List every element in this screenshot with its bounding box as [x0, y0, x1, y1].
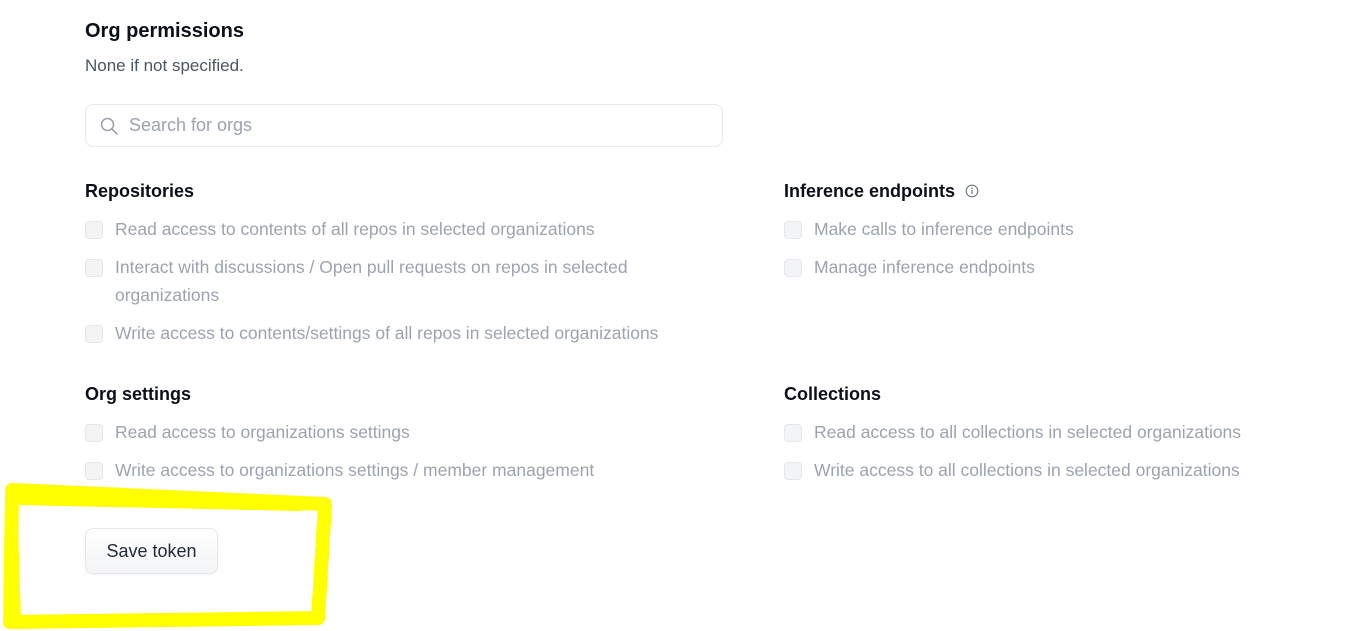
- inference-endpoints-title: Inference endpoints: [784, 180, 956, 201]
- org-settings-write-label: Write access to organizations settings /…: [115, 460, 595, 480]
- repo-write-checkbox[interactable]: [85, 325, 103, 343]
- repositories-title: Repositories: [85, 180, 195, 201]
- repo-discussions-checkbox[interactable]: [85, 259, 103, 277]
- org-search-box[interactable]: [85, 104, 723, 147]
- repo-read-checkbox[interactable]: [85, 221, 103, 239]
- org-settings-read-checkbox[interactable]: [85, 424, 103, 442]
- repo-discussions-label: Interact with discussions / Open pull re…: [115, 257, 628, 305]
- collections-title: Collections: [784, 383, 882, 404]
- org-settings-group: Org settings Read access to organization…: [85, 382, 725, 484]
- collections-read-label: Read access to all collections in select…: [814, 422, 1242, 442]
- inference-endpoints-group: Inference endpoints Make calls to infere…: [784, 179, 1304, 281]
- repo-write-label: Write access to contents/settings of all…: [115, 323, 659, 343]
- org-permissions-title: Org permissions: [85, 20, 244, 42]
- save-token-button[interactable]: Save token: [85, 528, 218, 574]
- search-icon: [99, 116, 119, 136]
- inference-calls-checkbox[interactable]: [784, 221, 802, 239]
- repo-read-option[interactable]: Read access to contents of all repos in …: [85, 215, 685, 243]
- repositories-group: Repositories Read access to contents of …: [85, 179, 685, 347]
- collections-read-checkbox[interactable]: [784, 424, 802, 442]
- collections-group: Collections Read access to all collectio…: [784, 382, 1324, 484]
- repo-read-label: Read access to contents of all repos in …: [115, 219, 595, 239]
- collections-write-checkbox[interactable]: [784, 462, 802, 480]
- collections-write-label: Write access to all collections in selec…: [814, 460, 1240, 480]
- inference-manage-option[interactable]: Manage inference endpoints: [784, 253, 1304, 281]
- repo-discussions-option[interactable]: Interact with discussions / Open pull re…: [85, 253, 685, 309]
- collections-write-option[interactable]: Write access to all collections in selec…: [784, 456, 1324, 484]
- collections-read-option[interactable]: Read access to all collections in select…: [784, 418, 1324, 446]
- org-settings-title: Org settings: [85, 383, 192, 404]
- inference-manage-checkbox[interactable]: [784, 259, 802, 277]
- org-search-input[interactable]: [127, 104, 722, 147]
- org-settings-write-checkbox[interactable]: [85, 462, 103, 480]
- inference-calls-label: Make calls to inference endpoints: [814, 219, 1074, 239]
- org-settings-write-option[interactable]: Write access to organizations settings /…: [85, 456, 725, 484]
- org-settings-read-label: Read access to organizations settings: [115, 422, 410, 442]
- org-settings-read-option[interactable]: Read access to organizations settings: [85, 418, 725, 446]
- inference-manage-label: Manage inference endpoints: [814, 257, 1035, 277]
- repo-write-option[interactable]: Write access to contents/settings of all…: [85, 319, 685, 347]
- info-icon[interactable]: [965, 184, 979, 198]
- org-permissions-subtitle: None if not specified.: [85, 56, 244, 75]
- inference-calls-option[interactable]: Make calls to inference endpoints: [784, 215, 1304, 243]
